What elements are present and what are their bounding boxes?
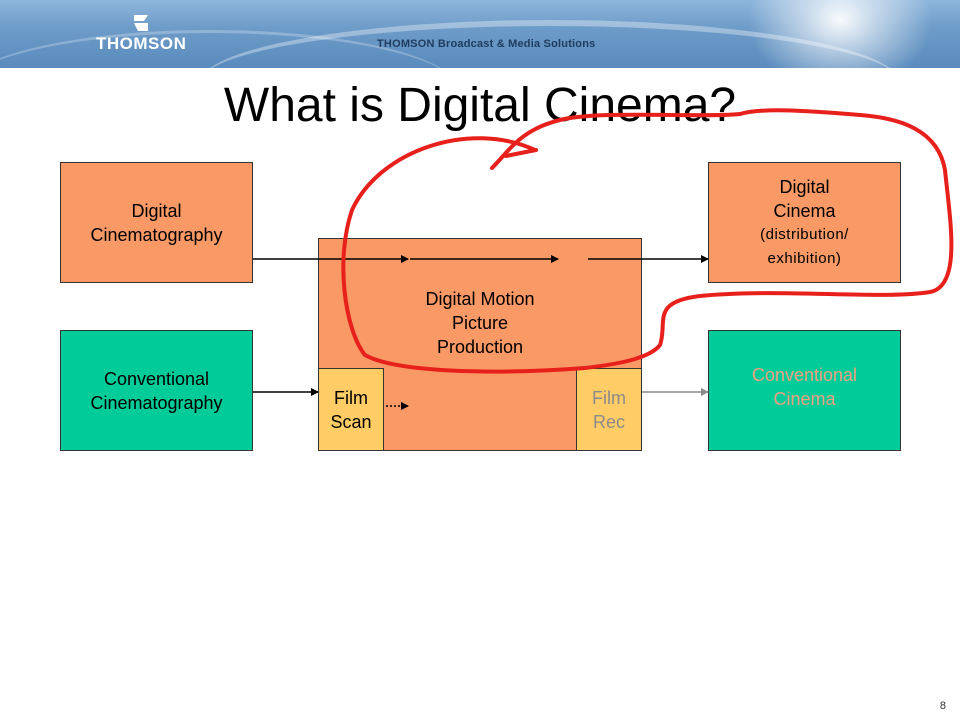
thomson-logo-icon	[134, 15, 148, 31]
film-rec-box: Film Rec	[576, 368, 642, 451]
film-scan-line-2: Scan	[330, 411, 372, 432]
film-scan-line-1: Film	[334, 387, 368, 408]
conventional-cinematography-box: Conventional Cinematography	[60, 330, 253, 451]
production-line-3: Production	[436, 337, 524, 357]
digital-cinematography-line-1: Digital	[131, 200, 182, 221]
slide-title: What is Digital Cinema?	[223, 79, 737, 132]
conventional-cinema-box: Conventional Cinema	[708, 330, 901, 451]
header-banner: THOMSON THOMSON Broadcast & Media Soluti…	[0, 0, 960, 68]
film-rec-line-2: Rec	[592, 411, 625, 432]
digital-cinema-sub-line-2: exhibition)	[767, 249, 842, 267]
digital-cinematography-line-2: Cinematography	[90, 224, 223, 245]
conventional-cinema-line-1: Conventional	[751, 365, 858, 385]
film-rec-line-1: Film	[592, 387, 626, 408]
logo-text: THOMSON	[96, 34, 187, 53]
header-tagline: THOMSON Broadcast & Media Solutions	[377, 38, 596, 50]
digital-cinema-line-2: Cinema	[773, 200, 836, 221]
production-line-2: Picture	[451, 313, 508, 333]
digital-cinema-box: Digital Cinema (distribution/ exhibition…	[708, 162, 901, 283]
conventional-cinematography-line-1: Conventional	[103, 368, 210, 389]
digital-cinema-sub-line-1: (distribution/	[760, 225, 849, 243]
film-scan-box: Film Scan	[318, 368, 384, 451]
red-annotation-tick	[504, 148, 538, 158]
conventional-cinematography-line-2: Cinematography	[90, 392, 223, 413]
digital-cinematography-box: Digital Cinematography	[60, 162, 253, 283]
conventional-cinema-line-2: Cinema	[773, 389, 836, 409]
digital-cinema-line-1: Digital	[779, 176, 830, 197]
page-number: 8	[939, 700, 946, 712]
production-line-1: Digital Motion	[425, 289, 535, 309]
